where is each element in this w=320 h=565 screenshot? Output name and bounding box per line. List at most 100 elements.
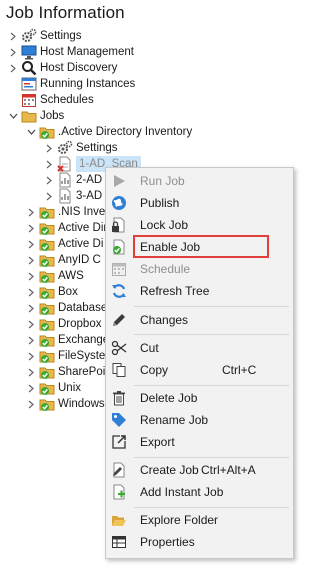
menu-item-schedule[interactable]: Schedule bbox=[106, 259, 293, 279]
tree-item-host-discovery[interactable]: Host Discovery bbox=[8, 60, 117, 76]
tree-item-label: .Active Directory Inventory bbox=[58, 126, 193, 138]
menu-item-enable-job[interactable]: Enable Job bbox=[106, 237, 293, 257]
tree-item-label: Database bbox=[58, 302, 108, 314]
chevron-right-icon[interactable] bbox=[26, 271, 36, 281]
tree-item-2-ad[interactable]: 2-AD bbox=[44, 172, 102, 188]
chevron-right-icon[interactable] bbox=[26, 303, 36, 313]
chevron-right-icon[interactable] bbox=[8, 63, 18, 73]
menu-item-changes[interactable]: Changes bbox=[106, 310, 293, 330]
tree-item-settings[interactable]: Settings bbox=[8, 28, 82, 44]
tree-item-windows[interactable]: Windows bbox=[26, 396, 105, 412]
menu-item-rename-job[interactable]: Rename Job bbox=[106, 410, 293, 430]
tree-item-label: Windows bbox=[58, 398, 105, 410]
menu-item-label: Cut bbox=[140, 341, 159, 355]
chevron-down-icon[interactable] bbox=[26, 127, 36, 137]
job-icon bbox=[57, 172, 73, 188]
tree-item-settings-child[interactable]: Settings bbox=[44, 140, 118, 156]
checked-folder-icon bbox=[39, 252, 55, 268]
tag-icon bbox=[111, 412, 127, 428]
gears-icon bbox=[21, 28, 37, 44]
menu-item-delete-job[interactable]: Delete Job bbox=[106, 388, 293, 408]
tree-item-running-instances[interactable]: Running Instances bbox=[21, 76, 135, 92]
menu-item-label: Properties bbox=[140, 535, 195, 549]
tree-item-active-directory-inventory[interactable]: .Active Directory Inventory bbox=[26, 124, 192, 140]
menu-item-publish[interactable]: Publish bbox=[106, 193, 293, 213]
menu-item-explore-folder[interactable]: Explore Folder bbox=[106, 510, 293, 530]
menu-item-copy[interactable]: Copy Ctrl+C bbox=[106, 360, 293, 380]
menu-item-add-instant-job[interactable]: Add Instant Job bbox=[106, 482, 293, 502]
menu-item-label: Export bbox=[140, 435, 175, 449]
add-instant-job-icon bbox=[111, 484, 127, 500]
menu-item-label: Rename Job bbox=[140, 413, 209, 427]
checked-folder-icon bbox=[39, 284, 55, 300]
checked-folder-icon bbox=[39, 380, 55, 396]
chevron-right-icon[interactable] bbox=[44, 191, 54, 201]
tree-item-label: AWS bbox=[58, 270, 84, 282]
refresh-icon bbox=[111, 283, 127, 299]
menu-separator bbox=[134, 385, 289, 386]
tree-item-label: Jobs bbox=[40, 110, 65, 122]
monitor-icon bbox=[21, 44, 37, 60]
tree-item-label: Box bbox=[58, 286, 78, 298]
tree-item-3-ad[interactable]: 3-AD bbox=[44, 188, 102, 204]
tree-item-label: Settings bbox=[76, 142, 118, 154]
menu-item-label: Run Job bbox=[140, 174, 185, 188]
chevron-right-icon[interactable] bbox=[26, 367, 36, 377]
menu-item-create-job[interactable]: Create Job Ctrl+Alt+A bbox=[106, 460, 293, 480]
tree-item-label: Host Management bbox=[40, 46, 134, 58]
tree-item-label: Active Di bbox=[58, 238, 104, 250]
menu-item-label: Publish bbox=[140, 196, 180, 210]
chevron-right-icon[interactable] bbox=[26, 207, 36, 217]
menu-item-refresh-tree[interactable]: Refresh Tree bbox=[106, 281, 293, 301]
magnifier-icon bbox=[21, 60, 37, 76]
tree-item-host-management[interactable]: Host Management bbox=[8, 44, 134, 60]
menu-item-label: Changes bbox=[140, 313, 189, 327]
menu-item-properties[interactable]: Properties bbox=[106, 532, 293, 552]
tree-item-sharepoint[interactable]: SharePoin bbox=[26, 364, 112, 380]
chevron-right-icon[interactable] bbox=[26, 255, 36, 265]
tree-item-database[interactable]: Database bbox=[26, 300, 107, 316]
tree-item-nis-inventory[interactable]: .NIS Inve bbox=[26, 204, 105, 220]
chevron-right-icon[interactable] bbox=[44, 175, 54, 185]
chevron-right-icon[interactable] bbox=[26, 335, 36, 345]
checked-folder-icon bbox=[39, 396, 55, 412]
chevron-right-icon[interactable] bbox=[44, 159, 54, 169]
chevron-right-icon[interactable] bbox=[26, 239, 36, 249]
tree-item-active-directory-2[interactable]: Active Di bbox=[26, 236, 103, 252]
trash-icon bbox=[111, 390, 127, 406]
chevron-right-icon[interactable] bbox=[26, 383, 36, 393]
chevron-right-icon[interactable] bbox=[26, 287, 36, 297]
tree-item-aws[interactable]: AWS bbox=[26, 268, 84, 284]
tree-item-anyid[interactable]: AnyID C bbox=[26, 252, 101, 268]
chevron-right-icon[interactable] bbox=[26, 399, 36, 409]
chevron-right-icon[interactable] bbox=[8, 47, 18, 57]
tree-item-label: Settings bbox=[40, 30, 82, 42]
menu-item-label: Schedule bbox=[140, 262, 191, 276]
menu-item-lock-job[interactable]: Lock Job bbox=[106, 215, 293, 235]
menu-item-cut[interactable]: Cut bbox=[106, 338, 293, 358]
checked-folder-icon bbox=[39, 332, 55, 348]
menu-item-export[interactable]: Export bbox=[106, 432, 293, 452]
copy-icon bbox=[111, 362, 127, 378]
chevron-right-icon[interactable] bbox=[8, 31, 18, 41]
chevron-right-icon[interactable] bbox=[26, 351, 36, 361]
chevron-right-icon[interactable] bbox=[44, 143, 54, 153]
tree-item-label: 2-AD bbox=[76, 174, 103, 186]
chevron-right-icon[interactable] bbox=[26, 223, 36, 233]
checked-folder-icon bbox=[39, 316, 55, 332]
checked-folder-icon bbox=[39, 220, 55, 236]
tree-item-active-directory-1[interactable]: Active Dire bbox=[26, 220, 114, 236]
tree-item-dropbox[interactable]: Dropbox bbox=[26, 316, 101, 332]
chevron-right-icon[interactable] bbox=[26, 319, 36, 329]
tree-item-filesystem[interactable]: FileSyste bbox=[26, 348, 105, 364]
tree-item-schedules[interactable]: Schedules bbox=[21, 92, 94, 108]
tree-item-box[interactable]: Box bbox=[26, 284, 78, 300]
menu-item-run-job[interactable]: Run Job bbox=[106, 171, 293, 191]
job-icon bbox=[57, 188, 73, 204]
tree-item-jobs[interactable]: Jobs bbox=[8, 108, 64, 124]
tree-item-label: Exchange bbox=[58, 334, 110, 346]
chevron-down-icon[interactable] bbox=[8, 111, 18, 121]
menu-item-shortcut: Ctrl+C bbox=[222, 363, 257, 377]
tree-item-exchange[interactable]: Exchange bbox=[26, 332, 109, 348]
tree-item-unix[interactable]: Unix bbox=[26, 380, 81, 396]
